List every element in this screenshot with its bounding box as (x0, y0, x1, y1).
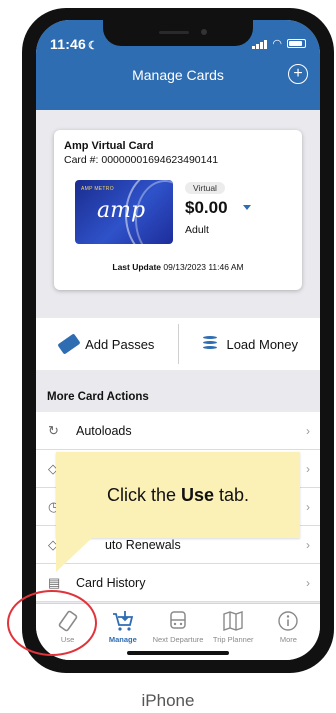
status-time: 11:46 ☾ (50, 36, 99, 52)
plus-icon: + (293, 65, 303, 82)
card-image: AMP METRO amp (75, 180, 173, 244)
add-passes-button[interactable]: Add Passes (36, 318, 178, 370)
ticket-icon (57, 333, 81, 355)
card-actions: Add Passes Load Money (36, 318, 320, 370)
chevron-right-icon: › (306, 500, 310, 514)
list-item-autoloads[interactable]: ↻ Autoloads › (36, 412, 320, 450)
card-panel[interactable]: Amp Virtual Card Card #: 000000016946234… (54, 130, 302, 290)
chevron-right-icon: › (306, 538, 310, 552)
chevron-right-icon: › (306, 576, 310, 590)
status-icons: ◠ (252, 37, 306, 50)
document-icon: ▤ (48, 575, 61, 590)
cart-icon (111, 610, 135, 632)
info-icon (276, 610, 300, 632)
status-badge: Virtual (185, 182, 225, 194)
refresh-icon: ↻ (48, 423, 59, 438)
battery-icon (287, 39, 306, 48)
card-number: Card #: 00000001694623490141 (64, 154, 219, 166)
tooltip-pointer (56, 536, 94, 572)
page-title: Manage Cards (132, 67, 224, 83)
card-image-brand-small: AMP METRO (81, 186, 114, 192)
signal-icon (252, 39, 268, 49)
chevron-down-icon[interactable] (243, 205, 251, 210)
card-image-brand: amp (97, 198, 146, 223)
card-balance: $0.00 (185, 198, 228, 217)
section-heading: More Card Actions (36, 382, 320, 412)
load-money-button[interactable]: Load Money (179, 318, 321, 370)
notch (103, 20, 253, 46)
coins-icon (200, 335, 220, 353)
wifi-icon: ◠ (272, 38, 282, 50)
highlight-circle (7, 590, 97, 656)
device-caption: iPhone (141, 691, 195, 710)
chevron-right-icon: › (306, 462, 310, 476)
tutorial-stage: 11:46 ☾ ◠ Manage Cards + Amp Virtual Card… (0, 0, 336, 713)
chevron-right-icon: › (306, 424, 310, 438)
map-icon (221, 610, 245, 632)
moon-icon: ☾ (88, 40, 99, 52)
tab-more[interactable]: More (261, 604, 316, 660)
tutorial-tooltip: Click the Use tab. (56, 452, 300, 538)
fare-type: Adult (185, 224, 209, 236)
bus-icon (166, 610, 190, 632)
home-indicator (127, 651, 229, 655)
add-card-button[interactable]: + (288, 64, 308, 84)
last-update: Last Update 09/13/2023 11:46 AM (112, 262, 244, 272)
card-name: Amp Virtual Card (64, 140, 154, 152)
